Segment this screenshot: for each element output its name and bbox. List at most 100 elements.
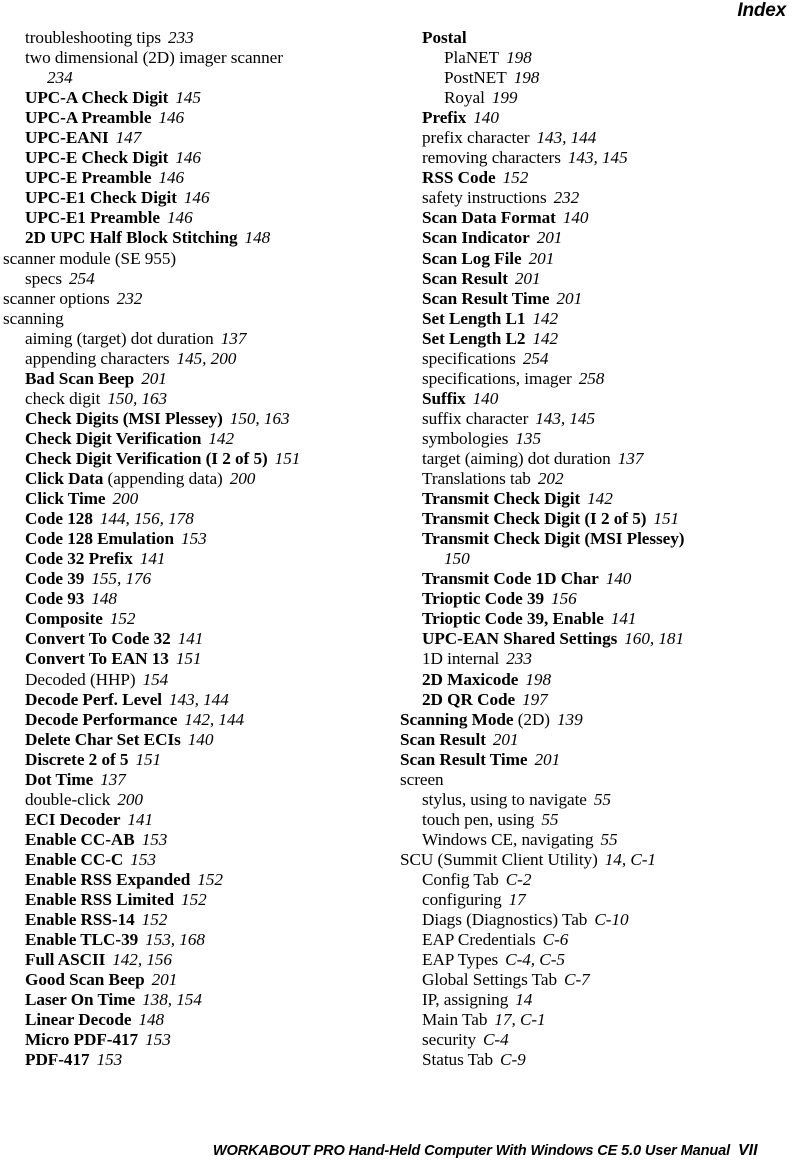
index-entry: Scan Log File 201: [400, 249, 790, 269]
index-entry: Scanning Mode (2D) 139: [400, 710, 790, 730]
index-entry-term: EAP Types: [422, 950, 499, 970]
index-entry-term: SCU (Summit Client Utility): [400, 849, 598, 869]
index-entry-term: Windows CE, navigating: [422, 829, 594, 849]
index-entry: Code 93 148: [3, 589, 393, 609]
index-entry-pages: 146: [158, 108, 185, 128]
index-entry-pages: 146: [183, 188, 210, 208]
index-entry: Convert To EAN 13 151: [3, 649, 393, 669]
index-entry: Scan Result Time 201: [400, 289, 790, 309]
index-entry: UPC-A Preamble 146: [3, 108, 393, 128]
index-entry-pages: 55: [541, 809, 559, 829]
index-entry-term: Trioptic Code 39, Enable: [422, 609, 604, 629]
index-entry-pages: 151: [653, 509, 680, 529]
index-entry: Enable CC-AB 153: [3, 830, 393, 850]
index-entry-pages: 198: [525, 669, 551, 689]
index-entry: PDF-417 153: [3, 1050, 393, 1070]
index-entry: ECI Decoder 141: [3, 810, 393, 830]
index-entry-term: screen: [400, 769, 444, 789]
index-entry: Status Tab C-9: [400, 1050, 790, 1070]
index-entry-term: Good Scan Beep: [25, 970, 145, 990]
index-entry-term: Transmit Check Digit (MSI Plessey): [422, 529, 685, 549]
index-entry-pages: 150, 163: [107, 388, 168, 408]
index-entry-term: Prefix: [422, 108, 467, 128]
index-entry-pages: 201: [151, 970, 178, 990]
index-entry-term: Translations tab: [422, 469, 531, 489]
index-entry-term: Click Time: [25, 489, 106, 509]
index-entry: 2D UPC Half Block Stitching 148: [3, 228, 393, 248]
index-entry-term: double-click: [25, 789, 111, 809]
index-entry-term: PDF-417: [25, 1050, 90, 1070]
index-entry: Postal: [400, 28, 790, 48]
index-entry: EAP Credentials C-6: [400, 930, 790, 950]
index-entry-term: Composite: [25, 609, 103, 629]
index-entry-pages: 152: [502, 168, 529, 188]
index-entry: Dot Time 137: [3, 770, 393, 790]
index-entry-term: removing characters: [422, 148, 561, 168]
index-entry: Translations tab 202: [400, 469, 790, 489]
index-entry-term: Convert To Code 32: [25, 629, 171, 649]
index-entry-continuation: 150: [400, 549, 790, 569]
index-entry-term: Code 39: [25, 569, 85, 589]
index-entry-term: target (aiming) dot duration: [422, 448, 611, 468]
index-entry-term: 2D QR Code: [422, 689, 516, 709]
index-entry: Scan Result 201: [400, 730, 790, 750]
index-entry: Set Length L2 142: [400, 329, 790, 349]
index-entry-pages: 151: [135, 749, 162, 769]
index-entry-pages: 141: [610, 609, 637, 629]
index-entry-pages: 200: [112, 489, 139, 509]
index-entry-term: Dot Time: [25, 769, 94, 789]
index-entry-term: Enable RSS Expanded: [25, 869, 191, 889]
index-entry-term: aiming (target) dot duration: [25, 328, 214, 348]
index-entry: Composite 152: [3, 609, 393, 629]
index-entry-term: Discrete 2 of 5: [25, 749, 129, 769]
index-entry-term: security: [422, 1030, 477, 1050]
page-footer: WORKABOUT PRO Hand-Held Computer With Wi…: [0, 1140, 796, 1170]
index-entry: UPC-E Preamble 146: [3, 168, 393, 188]
index-entry: Bad Scan Beep 201: [3, 369, 393, 389]
index-entry-term: PostNET: [444, 68, 507, 88]
index-entry-term: check digit: [25, 388, 101, 408]
index-entry: check digit 150, 163: [3, 389, 393, 409]
index-entry-term: Enable RSS Limited: [25, 890, 175, 910]
index-entry-term: Enable CC-AB: [25, 829, 135, 849]
index-entry-pages: 201: [141, 368, 167, 388]
index-entry: double-click 200: [3, 790, 393, 810]
index-entry-term: prefix character: [422, 128, 530, 148]
index-entry-pages: 200: [117, 789, 143, 809]
index-entry-pages: 152: [197, 869, 223, 889]
index-entry-term: Enable CC-C: [25, 849, 124, 869]
index-entry-pages: 140: [187, 729, 214, 749]
index-entry-term: Code 93: [25, 589, 85, 609]
index-entry: IP, assigning 14: [400, 990, 790, 1010]
index-entry-term: Postal: [422, 28, 467, 47]
index-entry-term: touch pen, using: [422, 809, 535, 829]
index-entry: touch pen, using 55: [400, 810, 790, 830]
index-entry: scanner options 232: [3, 289, 393, 309]
index-entry-term: specifications, imager: [422, 368, 572, 388]
index-entry-term: Scan Result: [422, 268, 508, 288]
index-entry-pages: 232: [116, 288, 143, 308]
index-entry: UPC-EANI 147: [3, 128, 393, 148]
index-entry-term: Config Tab: [422, 869, 499, 889]
index-entry-pages: 160, 181: [624, 629, 685, 649]
index-entry-term: 2D UPC Half Block Stitching: [25, 228, 238, 248]
index-entry-pages: 151: [274, 448, 301, 468]
index-entry-pages: 152: [109, 609, 136, 629]
index-entry: Linear Decode 148: [3, 1010, 393, 1030]
index-entry: specs 254: [3, 269, 393, 289]
index-entry-pages: 142: [532, 328, 559, 348]
index-entry-term: Main Tab: [422, 1010, 488, 1030]
index-entry-term: troubleshooting tips: [25, 28, 162, 47]
index-entry-term: Decoded (HHP): [25, 669, 136, 689]
index-entry-pages: 198: [513, 68, 540, 88]
index-entry-pages: C-4, C-5: [505, 950, 565, 970]
index-entry-term: Full ASCII: [25, 950, 106, 970]
index-entry-pages: 201: [534, 749, 561, 769]
index-entry: Trioptic Code 39, Enable 141: [400, 609, 790, 629]
index-entry: Scan Indicator 201: [400, 228, 790, 248]
index-entry-pages: C-9: [500, 1050, 526, 1070]
index-entry-pages: 201: [528, 248, 555, 268]
index-entry-pages: 141: [139, 549, 166, 569]
index-entry-pages: 141: [127, 809, 154, 829]
index-entry: Good Scan Beep 201: [3, 970, 393, 990]
